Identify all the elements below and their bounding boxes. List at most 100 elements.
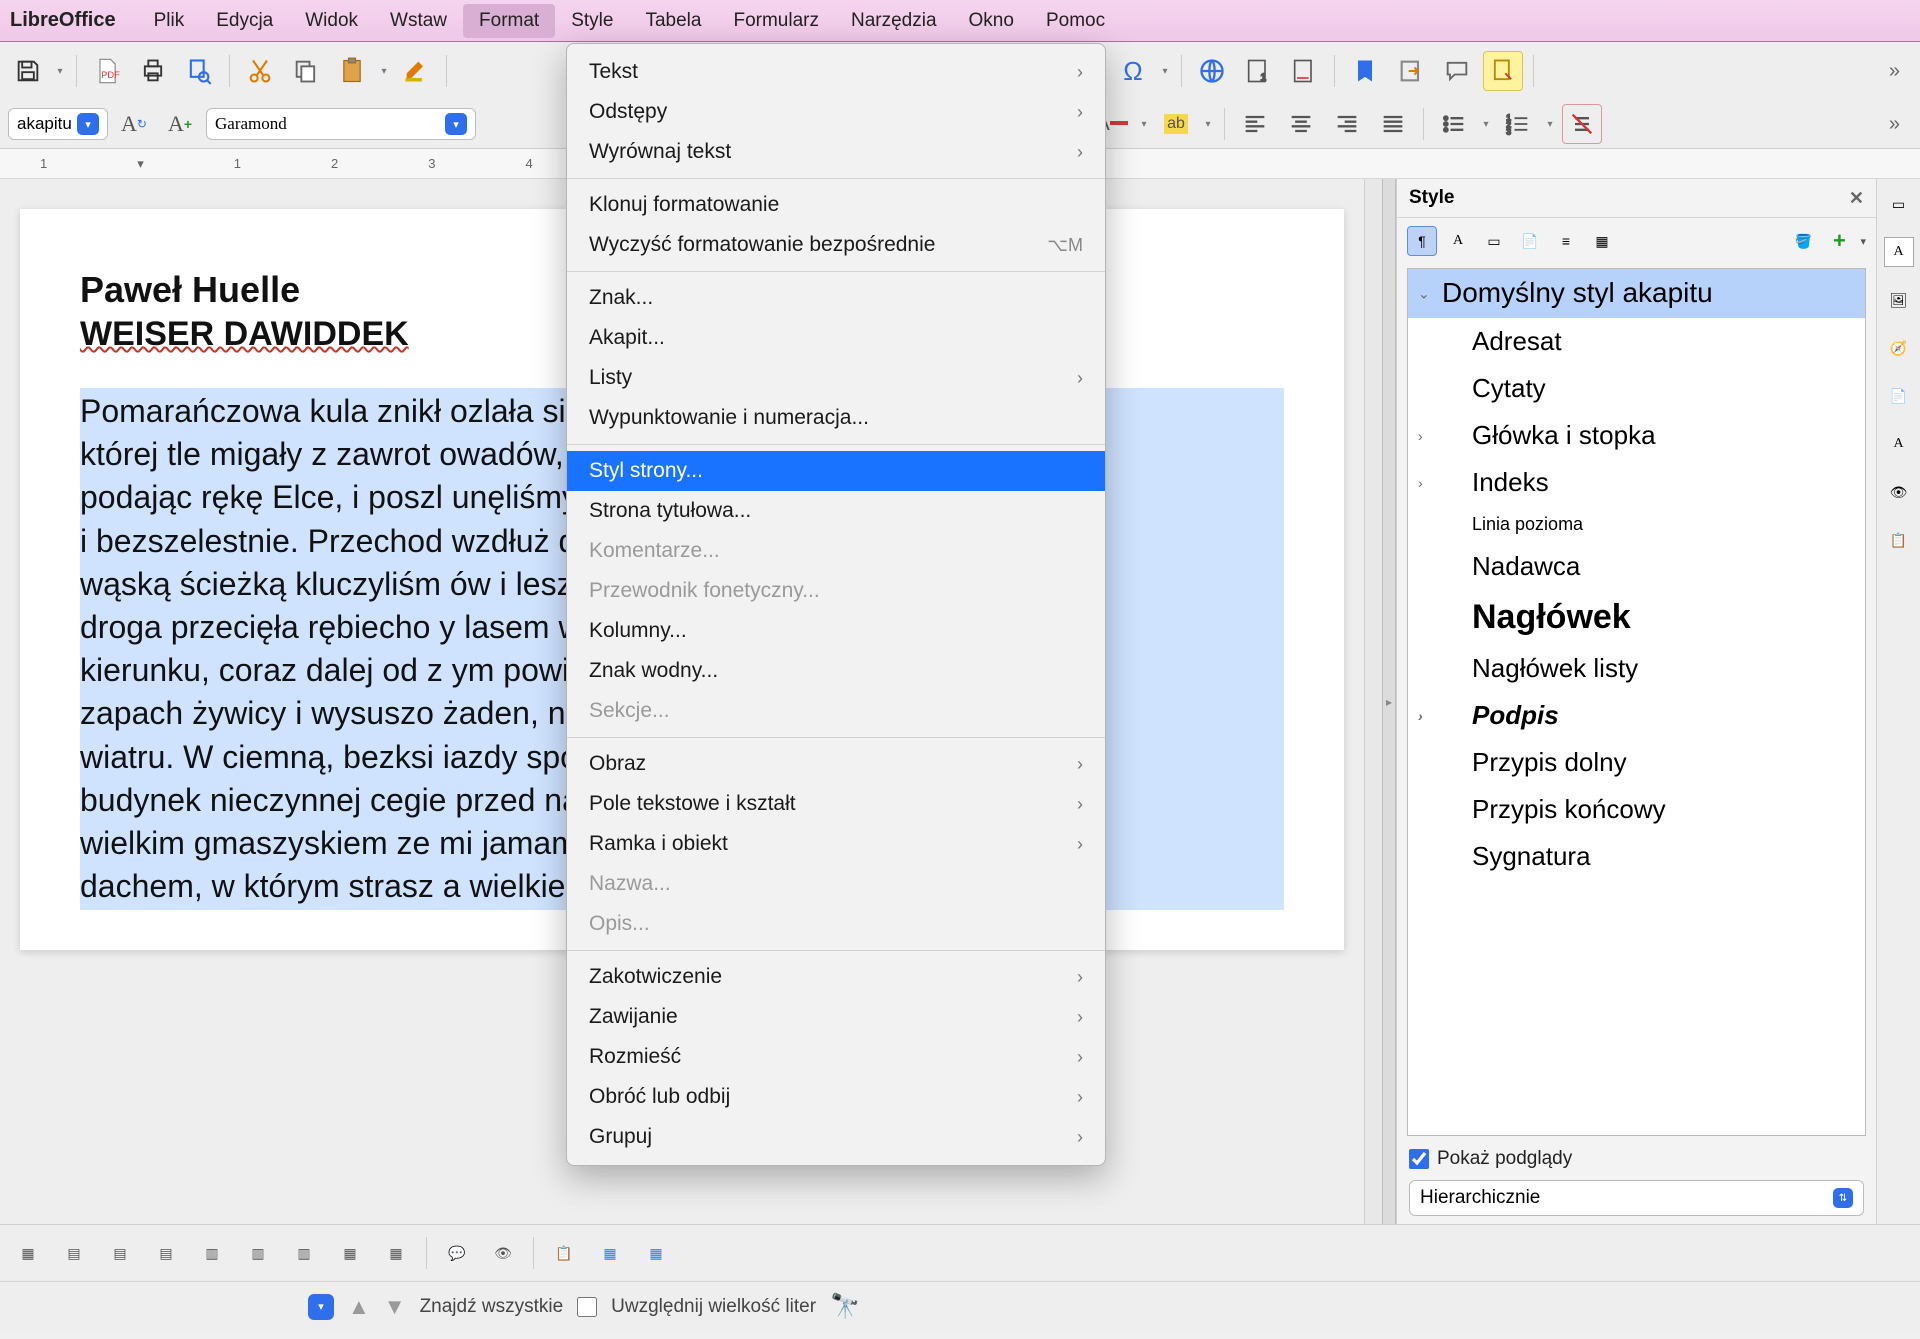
chevron-updown-icon[interactable]: ⇅	[1833, 1188, 1853, 1208]
align-right-icon[interactable]	[1327, 104, 1367, 144]
sidebar-tab-gallery-icon[interactable]: 🖼	[1884, 285, 1914, 315]
style-item-domy-lny-styl-akapitu[interactable]: ⌄Domyślny styl akapitu	[1408, 269, 1865, 318]
menu-item-zakotwiczenie[interactable]: Zakotwiczenie›	[567, 957, 1105, 997]
bookmark-icon[interactable]	[1345, 51, 1385, 91]
paragraph-styles-icon[interactable]: ¶	[1407, 226, 1437, 256]
number-list-dropdown[interactable]: ▾	[1544, 119, 1556, 130]
track-changes-icon[interactable]	[1483, 51, 1523, 91]
style-item-nag-wek-listy[interactable]: Nagłówek listy	[1408, 645, 1865, 692]
toolbar-overflow-icon[interactable]: »	[1879, 113, 1912, 136]
track-manage-icon[interactable]: ▦	[590, 1233, 630, 1273]
cut-icon[interactable]	[240, 51, 280, 91]
print-icon[interactable]	[133, 51, 173, 91]
style-item-przypis-ko-cowy[interactable]: Przypis końcowy	[1408, 786, 1865, 833]
table-insert-icon[interactable]: ▦	[8, 1233, 48, 1273]
style-item-podpis[interactable]: ›Podpis	[1408, 692, 1865, 739]
col-right-icon[interactable]: ▥	[238, 1233, 278, 1273]
export-pdf-icon[interactable]: PDF	[87, 51, 127, 91]
expander-icon[interactable]: ›	[1418, 475, 1423, 491]
styles-list[interactable]: ⌄Domyślny styl akapituAdresatCytaty›Głów…	[1407, 268, 1866, 1136]
menu-item-wyczy-formatowanie-bezpo-rednie[interactable]: Wyczyść formatowanie bezpośrednie⌥M	[567, 225, 1105, 265]
style-item-indeks[interactable]: ›Indeks	[1408, 459, 1865, 506]
save-icon[interactable]	[8, 51, 48, 91]
comment-icon[interactable]	[1437, 51, 1477, 91]
cross-ref-icon[interactable]	[1391, 51, 1431, 91]
find-all-button[interactable]: Znajdź wszystkie	[420, 1296, 564, 1318]
menu-item-ramka-i-obiekt[interactable]: Ramka i obiekt›	[567, 824, 1105, 864]
char-highlight-dropdown[interactable]: ▾	[1202, 119, 1214, 130]
menu-item-grupuj[interactable]: Grupuj›	[567, 1117, 1105, 1157]
style-item-nadawca[interactable]: Nadawca	[1408, 543, 1865, 590]
hyperlink-icon[interactable]	[1192, 51, 1232, 91]
menu-okno[interactable]: Okno	[953, 4, 1030, 38]
font-color-dropdown[interactable]: ▾	[1138, 119, 1150, 130]
list-styles-icon[interactable]: ≡	[1551, 226, 1581, 256]
frame-styles-icon[interactable]: ▭	[1479, 226, 1509, 256]
find-dropdown-icon[interactable]: ▾	[308, 1294, 334, 1320]
track-record-icon[interactable]: 📋	[544, 1233, 584, 1273]
sidebar-tab-check-icon[interactable]: 📋	[1884, 525, 1914, 555]
find-prev-icon[interactable]: ▲	[348, 1294, 370, 1320]
update-style-icon[interactable]: A↻	[114, 104, 154, 144]
menu-wstaw[interactable]: Wstaw	[374, 4, 463, 38]
fill-format-icon[interactable]: 🪣	[1788, 226, 1818, 256]
show-previews-checkbox[interactable]: Pokaż podglądy	[1409, 1148, 1864, 1170]
menu-pomoc[interactable]: Pomoc	[1030, 4, 1121, 38]
row-above-icon[interactable]: ▤	[54, 1233, 94, 1273]
character-styles-icon[interactable]: A	[1443, 226, 1473, 256]
menu-item-klonuj-formatowanie[interactable]: Klonuj formatowanie	[567, 185, 1105, 225]
find-replace-icon[interactable]: 🔭	[830, 1292, 860, 1321]
number-list-icon[interactable]: 123	[1498, 104, 1538, 144]
show-previews-input[interactable]	[1409, 1149, 1429, 1169]
sidebar-tab-styles-icon[interactable]: A	[1884, 237, 1914, 267]
style-item-cytaty[interactable]: Cytaty	[1408, 365, 1865, 412]
merge-cells-icon[interactable]: ▦	[330, 1233, 370, 1273]
menu-formularz[interactable]: Formularz	[717, 4, 835, 38]
menu-item-obr-lub-odbij[interactable]: Obróć lub odbij›	[567, 1077, 1105, 1117]
page-styles-icon[interactable]: 📄	[1515, 226, 1545, 256]
style-item-sygnatura[interactable]: Sygnatura	[1408, 833, 1865, 880]
style-item-nag-wek[interactable]: Nagłówek	[1408, 590, 1865, 645]
style-item-przypis-dolny[interactable]: Przypis dolny	[1408, 739, 1865, 786]
new-style-icon[interactable]: A+	[160, 104, 200, 144]
bullet-list-dropdown[interactable]: ▾	[1480, 119, 1492, 130]
footnote-icon[interactable]: 1	[1238, 51, 1278, 91]
align-justify-icon[interactable]	[1373, 104, 1413, 144]
new-style-icon[interactable]: +	[1824, 226, 1854, 256]
styles-filter-combo[interactable]: Hierarchicznie ⇅	[1409, 1180, 1864, 1216]
menu-edycja[interactable]: Edycja	[200, 4, 289, 38]
menu-item-znak[interactable]: Znak...	[567, 278, 1105, 318]
menu-item-odst-py[interactable]: Odstępy›	[567, 92, 1105, 132]
menu-item-akapit[interactable]: Akapit...	[567, 318, 1105, 358]
print-preview-icon[interactable]	[179, 51, 219, 91]
find-next-icon[interactable]: ▼	[384, 1294, 406, 1320]
bullet-list-icon[interactable]	[1434, 104, 1474, 144]
sidebar-collapse-handle[interactable]: ▸	[1382, 179, 1396, 1224]
track-show-icon[interactable]: 👁	[483, 1233, 523, 1273]
table-styles-icon[interactable]: ▦	[1587, 226, 1617, 256]
paste-icon[interactable]	[332, 51, 372, 91]
menu-style[interactable]: Style	[555, 4, 629, 38]
sidebar-tab-navigator-icon[interactable]: 🧭	[1884, 333, 1914, 363]
style-item-linia-pozioma[interactable]: Linia pozioma	[1408, 506, 1865, 543]
sidebar-tab-inspector-icon[interactable]: A	[1884, 429, 1914, 459]
save-dropdown[interactable]: ▾	[54, 66, 66, 77]
track-compare-icon[interactable]: ▦	[636, 1233, 676, 1273]
menu-item-wyr-wnaj-tekst[interactable]: Wyrównaj tekst›	[567, 132, 1105, 172]
align-left-icon[interactable]	[1235, 104, 1275, 144]
col-delete-icon[interactable]: ▥	[284, 1233, 324, 1273]
menu-item-strona-tytu-owa[interactable]: Strona tytułowa...	[567, 491, 1105, 531]
endnote-icon[interactable]	[1284, 51, 1324, 91]
menu-plik[interactable]: Plik	[138, 4, 201, 38]
menu-item-styl-strony[interactable]: Styl strony...	[567, 451, 1105, 491]
sidebar-tab-page-icon[interactable]: 📄	[1884, 381, 1914, 411]
font-name-combo[interactable]: Garamond ▾	[206, 108, 476, 140]
row-below-icon[interactable]: ▤	[100, 1233, 140, 1273]
menu-item-znak-wodny[interactable]: Znak wodny...	[567, 651, 1105, 691]
style-item-g-wka-i-stopka[interactable]: ›Główka i stopka	[1408, 412, 1865, 459]
menu-format[interactable]: Format	[463, 4, 555, 38]
insert-comment-icon[interactable]: 💬	[437, 1233, 477, 1273]
style-item-adresat[interactable]: Adresat	[1408, 318, 1865, 365]
menu-tabela[interactable]: Tabela	[629, 4, 717, 38]
menu-item-wypunktowanie-i-numeracja[interactable]: Wypunktowanie i numeracja...	[567, 398, 1105, 438]
